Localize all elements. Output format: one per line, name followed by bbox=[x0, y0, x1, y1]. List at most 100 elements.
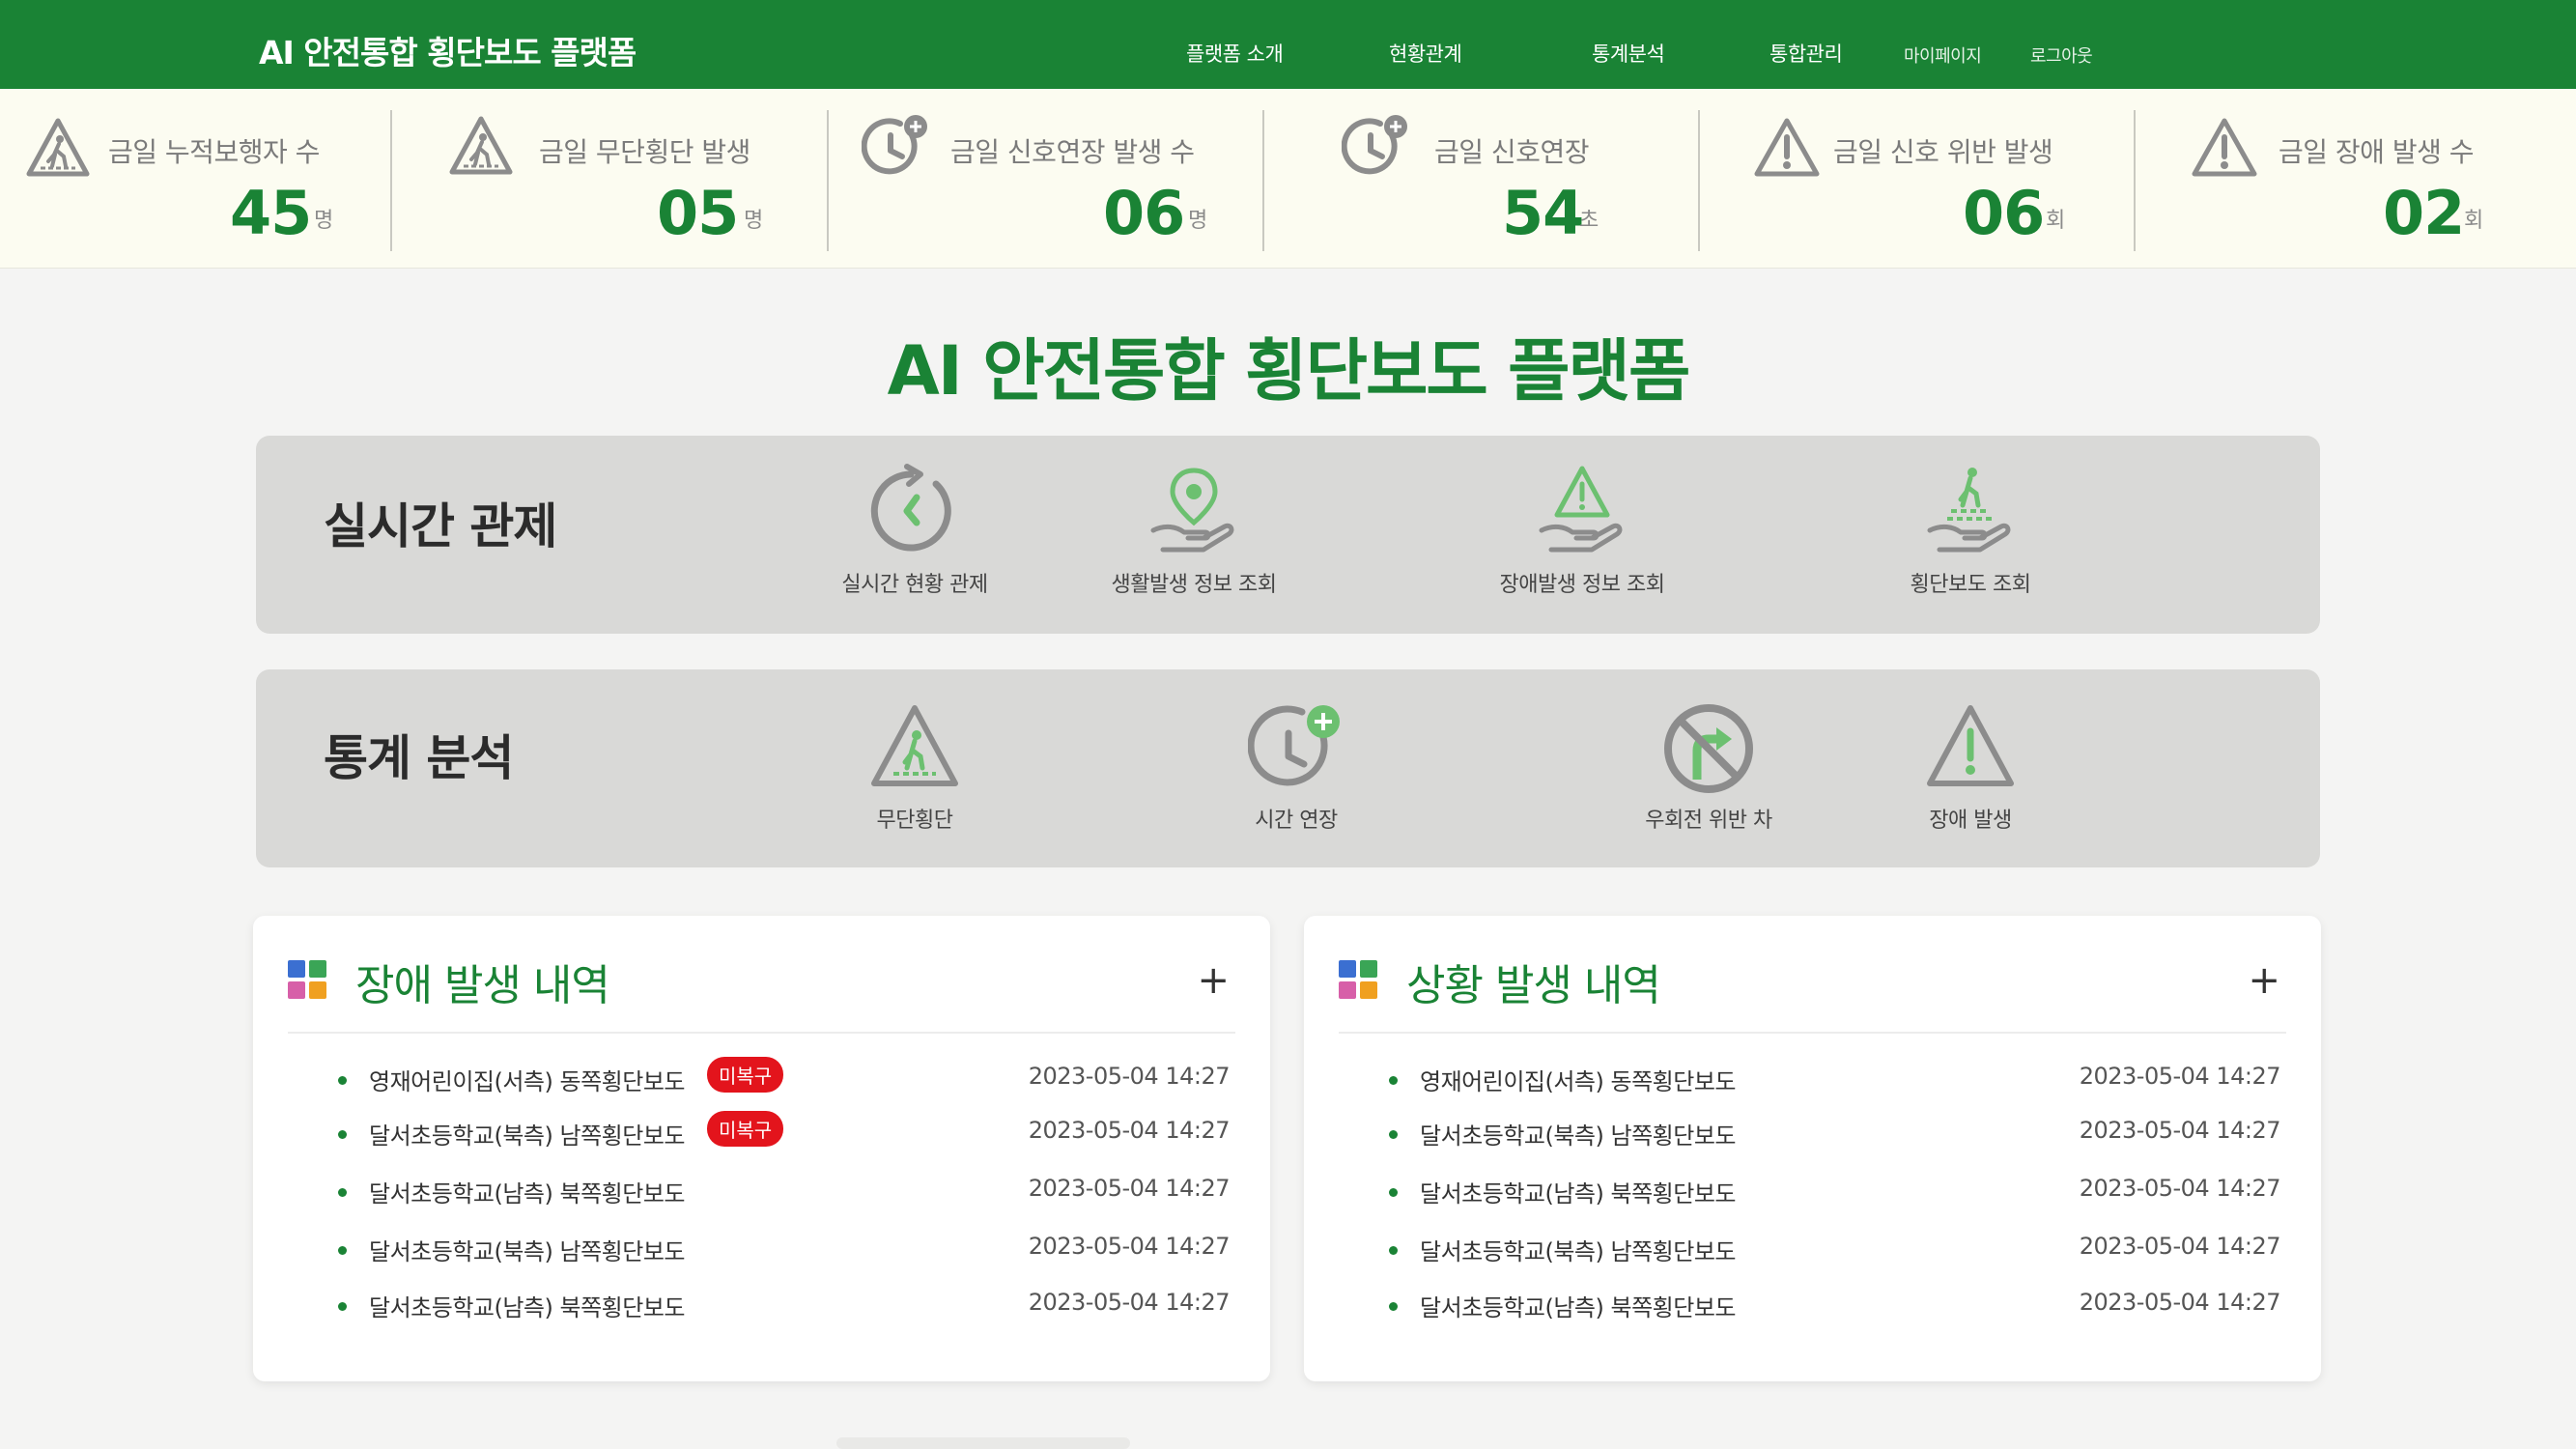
bullet bbox=[338, 1246, 347, 1255]
item-date: 2023-05-04 14:27 bbox=[2079, 1063, 2281, 1090]
realtime-refresh-icon bbox=[870, 464, 951, 552]
brand-logo-text[interactable]: AI 안전통합 횡단보도 플랫폼 bbox=[259, 27, 637, 73]
item-location: 달서초등학교(북측) 남쪽횡단보도 bbox=[369, 1122, 685, 1150]
feature-label: 무단횡단 bbox=[876, 809, 953, 833]
stat-label: 금일 누적보행자 수 bbox=[108, 136, 320, 168]
more-button[interactable]: + bbox=[2248, 958, 2280, 1003]
nav-platform-intro[interactable]: 플랫폼 소개 bbox=[1186, 39, 1284, 68]
bullet bbox=[1389, 1302, 1398, 1311]
clock-plus-icon bbox=[1248, 705, 1340, 786]
stat-label: 금일 장애 발생 수 bbox=[2279, 136, 2475, 168]
list-item[interactable]: 달서초등학교(남측) 북쪽횡단보도 2023-05-04 14:27 bbox=[288, 1287, 1231, 1344]
stat-unit: 명 bbox=[1188, 209, 1208, 233]
feature-jaywalking-stats[interactable]: 무단횡단 bbox=[770, 702, 1060, 834]
stat-signal-violation: 금일 신호 위반 발생 06 회 bbox=[1700, 89, 2135, 269]
list-item[interactable]: 달서초등학교(남측) 북쪽횡단보도 2023-05-04 14:27 bbox=[1339, 1287, 2281, 1344]
feature-time-extension-stats[interactable]: 시간 연장 bbox=[1151, 702, 1441, 834]
item-date: 2023-05-04 14:27 bbox=[2079, 1175, 2281, 1202]
panel-title: 통계 분석 bbox=[324, 730, 514, 786]
feature-label: 장애발생 정보 조회 bbox=[1499, 573, 1665, 597]
nav-mypage[interactable]: 마이페이지 bbox=[1904, 43, 1982, 68]
stat-unit: 명 bbox=[314, 209, 334, 233]
more-button[interactable]: + bbox=[1197, 958, 1230, 1003]
item-location: 달서초등학교(북측) 남쪽횡단보도 bbox=[369, 1238, 685, 1265]
item-date: 2023-05-04 14:27 bbox=[1028, 1289, 1231, 1316]
list-item[interactable]: 달서초등학교(북측) 남쪽횡단보도 2023-05-04 14:27 bbox=[1339, 1231, 2281, 1287]
stat-cumulative-pedestrians: 금일 누적보행자 수 45 명 bbox=[0, 89, 391, 269]
grid-logo-icon bbox=[288, 960, 326, 999]
divider bbox=[288, 1032, 1235, 1034]
bullet bbox=[1389, 1130, 1398, 1139]
stat-value: 54 bbox=[1502, 178, 1584, 248]
feature-right-turn-violation-stats[interactable]: 우회전 위반 차 bbox=[1564, 702, 1854, 834]
card-title: 장애 발생 내역 bbox=[355, 961, 610, 1010]
crosswalk-warning-icon bbox=[871, 705, 958, 786]
feature-fault-info[interactable]: 장애발생 정보 조회 bbox=[1437, 463, 1727, 598]
bullet bbox=[338, 1130, 347, 1139]
bullet bbox=[1389, 1188, 1398, 1197]
realtime-control-panel: 실시간 관제 실시간 현황 관제 생활발생 정보 조회 장애발생 정보 조회 횡… bbox=[256, 436, 2320, 634]
list-item[interactable]: 달서초등학교(남측) 북쪽횡단보도 2023-05-04 14:27 bbox=[288, 1173, 1231, 1231]
feature-label: 횡단보도 조회 bbox=[1910, 573, 2031, 597]
feature-label: 장애 발생 bbox=[1929, 809, 2012, 833]
nav-integrated-management[interactable]: 통합관리 bbox=[1769, 39, 1843, 68]
stat-label: 금일 신호연장 발생 수 bbox=[950, 136, 1195, 168]
list-item[interactable]: 영재어린이집(서측) 동쪽횡단보도 2023-05-04 14:27 bbox=[1339, 1061, 2281, 1115]
stat-label: 금일 무단횡단 발생 bbox=[539, 136, 750, 168]
warning-icon bbox=[2192, 118, 2257, 177]
item-date: 2023-05-04 14:27 bbox=[1028, 1175, 1231, 1202]
grid-logo-icon bbox=[1339, 960, 1377, 999]
warning-icon bbox=[1754, 118, 1820, 177]
statistics-panel: 통계 분석 무단횡단 시간 연장 우회전 위반 차 장애 발생 bbox=[256, 669, 2320, 867]
stat-value: 06 bbox=[1103, 178, 1185, 248]
location-hand-icon bbox=[1150, 468, 1234, 553]
stat-fault-count: 금일 장애 발생 수 02 회 bbox=[2136, 89, 2576, 269]
stats-strip: 금일 누적보행자 수 45 명 금일 무단횡단 발생 05 명 금일 신호연장 … bbox=[0, 89, 2576, 269]
stat-signal-extension-seconds: 금일 신호연장 54 초 bbox=[1264, 89, 1699, 269]
item-location: 영재어린이집(서측) 동쪽횡단보도 bbox=[369, 1068, 685, 1095]
item-location: 달서초등학교(남측) 북쪽횡단보도 bbox=[1420, 1294, 1736, 1321]
bullet bbox=[338, 1302, 347, 1311]
stat-value: 06 bbox=[1963, 178, 2045, 248]
item-location: 영재어린이집(서측) 동쪽횡단보도 bbox=[1420, 1068, 1736, 1095]
card-title: 상황 발생 내역 bbox=[1406, 961, 1661, 1010]
item-location: 달서초등학교(북측) 남쪽횡단보도 bbox=[1420, 1122, 1736, 1150]
list-item[interactable]: 영재어린이집(서측) 동쪽횡단보도 미복구 2023-05-04 14:27 bbox=[288, 1057, 1231, 1115]
stat-signal-extension-count: 금일 신호연장 발생 수 06 명 bbox=[829, 89, 1263, 269]
item-date: 2023-05-04 14:27 bbox=[1028, 1117, 1231, 1144]
stat-jaywalking: 금일 무단횡단 발생 05 명 bbox=[392, 89, 827, 269]
clock-plus-icon bbox=[862, 115, 927, 175]
feature-incident-info[interactable]: 생활발생 정보 조회 bbox=[1049, 463, 1339, 598]
list-item[interactable]: 달서초등학교(남측) 북쪽횡단보도 2023-05-04 14:27 bbox=[1339, 1173, 2281, 1231]
nav-logout[interactable]: 로그아웃 bbox=[2030, 43, 2093, 68]
item-location: 달서초등학교(북측) 남쪽횡단보도 bbox=[1420, 1238, 1736, 1265]
list-item[interactable]: 달서초등학교(북측) 남쪽횡단보도 미복구 2023-05-04 14:27 bbox=[288, 1111, 1231, 1173]
scroll-indicator[interactable] bbox=[836, 1437, 1130, 1449]
warning-hand-icon bbox=[1539, 466, 1623, 553]
stat-unit: 회 bbox=[2046, 209, 2066, 233]
feature-label: 생활발생 정보 조회 bbox=[1111, 573, 1277, 597]
bullet bbox=[338, 1188, 347, 1197]
feature-label: 시간 연장 bbox=[1255, 809, 1338, 833]
stat-value: 45 bbox=[230, 178, 312, 248]
item-date: 2023-05-04 14:27 bbox=[2079, 1117, 2281, 1144]
situation-list: 영재어린이집(서측) 동쪽횡단보도 2023-05-04 14:27 달서초등학… bbox=[1339, 1061, 2281, 1344]
stat-label: 금일 신호연장 bbox=[1434, 136, 1589, 168]
list-item[interactable]: 달서초등학교(북측) 남쪽횡단보도 2023-05-04 14:27 bbox=[1339, 1115, 2281, 1173]
bullet bbox=[338, 1076, 347, 1085]
crosswalk-warning-icon bbox=[26, 118, 90, 177]
nav-status-control[interactable]: 현황관계 bbox=[1389, 39, 1462, 68]
feature-crosswalk-lookup[interactable]: 횡단보도 조회 bbox=[1826, 463, 2115, 598]
feature-fault-stats[interactable]: 장애 발생 bbox=[1826, 702, 2115, 834]
item-date: 2023-05-04 14:27 bbox=[1028, 1063, 1231, 1090]
feature-label: 우회전 위반 차 bbox=[1645, 809, 1772, 833]
stat-unit: 명 bbox=[744, 209, 764, 233]
item-date: 2023-05-04 14:27 bbox=[1028, 1233, 1231, 1260]
top-nav-bar: AI 안전통합 횡단보도 플랫폼 플랫폼 소개 현황관계 통계분석 통합관리 마… bbox=[0, 0, 2576, 89]
situation-history-card: 상황 발생 내역 + 영재어린이집(서측) 동쪽횡단보도 2023-05-04 … bbox=[1304, 916, 2321, 1381]
stat-value: 05 bbox=[657, 178, 739, 248]
nav-statistics[interactable]: 통계분석 bbox=[1592, 39, 1665, 68]
feature-realtime-status[interactable]: 실시간 현황 관제 bbox=[770, 463, 1060, 598]
list-item[interactable]: 달서초등학교(북측) 남쪽횡단보도 2023-05-04 14:27 bbox=[288, 1231, 1231, 1287]
panel-title: 실시간 관제 bbox=[324, 498, 557, 554]
